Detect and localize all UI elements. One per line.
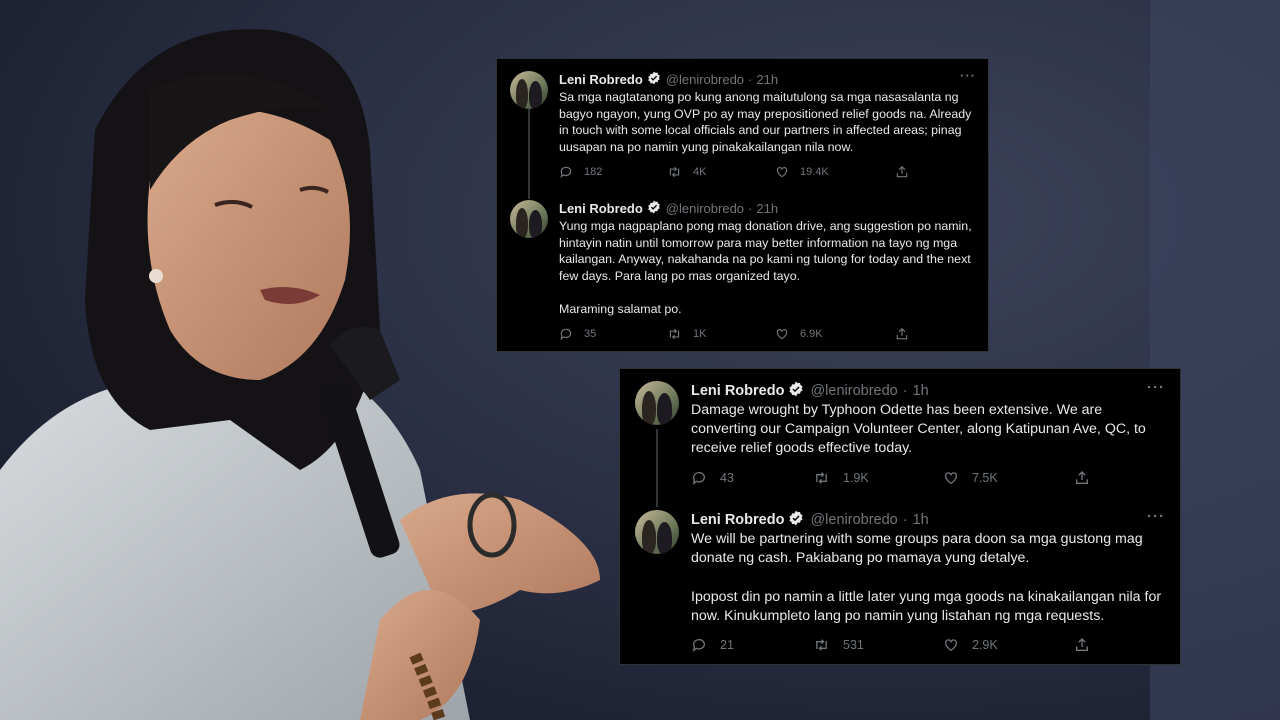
retweet-count: 1.9K: [843, 471, 869, 485]
share-icon: [1076, 471, 1088, 484]
like-icon: [776, 329, 788, 340]
author-handle[interactable]: @lenirobredo: [666, 201, 744, 216]
more-icon[interactable]: ···: [1147, 379, 1165, 396]
tweet-item[interactable]: Leni Robredo @lenirobredo · 1h ··· We wi…: [620, 499, 1180, 664]
reply-icon: [560, 328, 572, 341]
retweet-icon: [669, 166, 680, 178]
verified-badge-icon: [788, 381, 804, 401]
share-icon: [896, 165, 908, 178]
more-icon[interactable]: ···: [960, 68, 976, 83]
retweet-button[interactable]: 1.9K: [813, 470, 869, 486]
tweet-header: Leni Robredo @lenirobredo · 1h: [691, 510, 929, 530]
tweet-timestamp[interactable]: 21h: [756, 201, 778, 216]
share-button[interactable]: [895, 165, 909, 179]
tweet-thread-card-1: Leni Robredo @lenirobredo · 21h ··· Sa m…: [496, 58, 989, 352]
tweet-text: Yung mga nagpaplano pong mag donation dr…: [559, 219, 972, 316]
author-name[interactable]: Leni Robredo: [691, 383, 784, 399]
tweet-actions: 182 4K 19.4K: [559, 165, 908, 179]
tweet-item[interactable]: Leni Robredo @lenirobredo · 21h Yung mga…: [497, 189, 988, 349]
more-icon[interactable]: ···: [1147, 508, 1165, 525]
author-handle[interactable]: @lenirobredo: [810, 383, 897, 399]
retweet-button[interactable]: 4K: [667, 165, 706, 179]
author-handle[interactable]: @lenirobredo: [666, 72, 744, 87]
reply-button[interactable]: 21: [691, 637, 734, 653]
share-button[interactable]: [1074, 470, 1090, 486]
share-button[interactable]: [895, 327, 909, 341]
reply-count: 182: [584, 166, 603, 178]
thread-connector-line: [528, 109, 530, 199]
reply-icon: [692, 639, 705, 652]
retweet-icon: [816, 639, 827, 651]
tweet-text: Damage wrought by Typhoon Odette has bee…: [691, 402, 1146, 457]
retweet-count: 1K: [693, 328, 707, 340]
author-name[interactable]: Leni Robredo: [691, 512, 784, 528]
separator-dot: ·: [748, 201, 753, 216]
share-icon: [896, 327, 908, 340]
profile-avatar[interactable]: [635, 510, 679, 554]
like-count: 2.9K: [972, 638, 998, 652]
separator-dot: ·: [748, 72, 753, 87]
verified-badge-icon: [647, 71, 661, 88]
author-name[interactable]: Leni Robredo: [559, 201, 643, 216]
profile-avatar[interactable]: [510, 71, 548, 109]
reply-button[interactable]: 182: [559, 165, 602, 179]
tweet-timestamp[interactable]: 1h: [913, 512, 929, 528]
tweet-header: Leni Robredo @lenirobredo · 21h: [559, 71, 778, 88]
tweet-timestamp[interactable]: 21h: [756, 72, 778, 87]
tweet-thread-card-2: Leni Robredo @lenirobredo · 1h ··· Damag…: [619, 368, 1181, 665]
like-icon: [945, 639, 957, 652]
like-count: 7.5K: [972, 471, 998, 485]
retweet-icon: [816, 472, 827, 484]
like-count: 19.4K: [800, 166, 829, 178]
thread-connector-line: [656, 429, 658, 507]
reply-button[interactable]: 43: [691, 470, 734, 486]
reply-icon: [692, 472, 705, 485]
like-button[interactable]: 2.9K: [943, 637, 998, 653]
retweet-count: 531: [843, 638, 864, 652]
share-button[interactable]: [1074, 637, 1090, 653]
tweet-text: We will be partnering with some groups p…: [691, 531, 1162, 624]
retweet-button[interactable]: 531: [813, 637, 864, 653]
tweet-header: Leni Robredo @lenirobredo · 21h: [559, 200, 778, 217]
tweet-actions: 35 1K 6.9K: [559, 327, 908, 341]
like-count: 6.9K: [800, 328, 823, 340]
like-button[interactable]: 19.4K: [775, 165, 829, 179]
profile-avatar[interactable]: [510, 200, 548, 238]
like-icon: [776, 167, 788, 178]
author-name[interactable]: Leni Robredo: [559, 72, 643, 87]
author-handle[interactable]: @lenirobredo: [810, 512, 897, 528]
separator-dot: ·: [902, 512, 908, 528]
verified-badge-icon: [647, 200, 661, 217]
separator-dot: ·: [902, 383, 908, 399]
like-button[interactable]: 6.9K: [775, 327, 823, 341]
reply-count: 43: [720, 471, 734, 485]
reply-count: 35: [584, 328, 597, 340]
reply-button[interactable]: 35: [559, 327, 596, 341]
profile-avatar[interactable]: [635, 381, 679, 425]
verified-badge-icon: [788, 510, 804, 530]
reply-icon: [560, 166, 572, 179]
retweet-button[interactable]: 1K: [667, 327, 706, 341]
reply-count: 21: [720, 638, 734, 652]
tweet-actions: 21 531 2.9K: [691, 637, 1088, 653]
tweet-header: Leni Robredo @lenirobredo · 1h: [691, 381, 929, 401]
like-icon: [945, 472, 957, 485]
tweet-actions: 43 1.9K 7.5K: [691, 470, 1088, 486]
share-icon: [1076, 638, 1088, 651]
retweet-count: 4K: [693, 166, 707, 178]
tweet-timestamp[interactable]: 1h: [913, 383, 929, 399]
retweet-icon: [669, 328, 680, 340]
tweet-text: Sa mga nagtatanong po kung anong maitutu…: [559, 90, 972, 154]
like-button[interactable]: 7.5K: [943, 470, 998, 486]
